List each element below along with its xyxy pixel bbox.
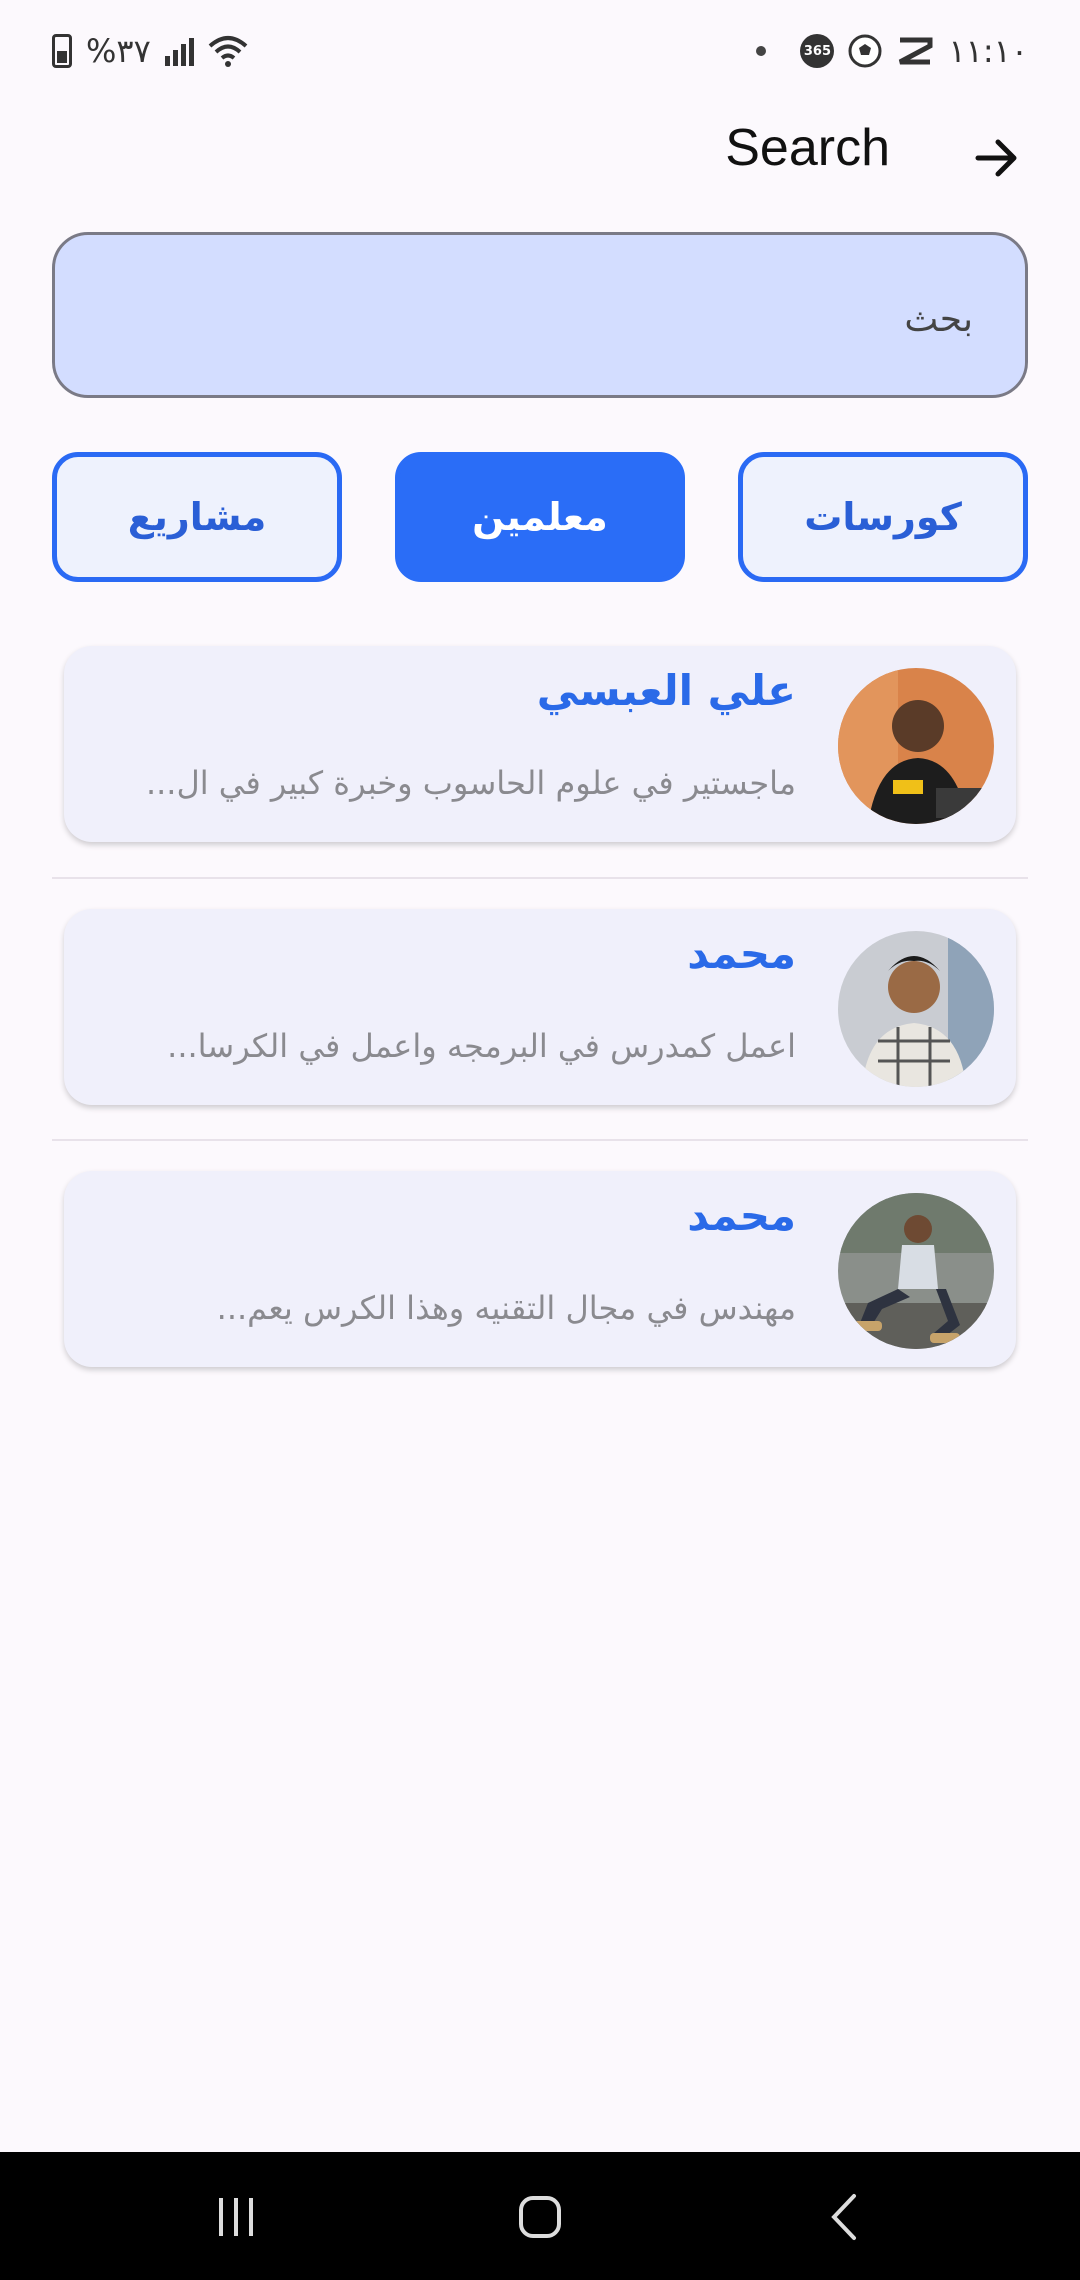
- tab-courses[interactable]: كورسات: [738, 452, 1028, 582]
- teacher-card[interactable]: محمد مهندس في مجال التقنيه وهذا الكرس يع…: [64, 1171, 1016, 1367]
- football-icon: [848, 34, 882, 68]
- chevron-left-icon: [831, 2194, 856, 2240]
- back-button[interactable]: [968, 128, 1028, 188]
- teacher-description: مهندس في مجال التقنيه وهذا الكرس يعم...: [216, 1289, 796, 1327]
- teacher-description: اعمل كمدرس في البرمجه واعمل في الكرسا...: [167, 1027, 796, 1065]
- signal-icon: [164, 36, 194, 66]
- battery-icon: [52, 34, 72, 68]
- tab-projects[interactable]: مشاريع: [52, 452, 342, 582]
- nav-back-button[interactable]: [804, 2182, 884, 2252]
- home-icon: [519, 2196, 561, 2238]
- battery-level: %٣٧: [86, 32, 151, 70]
- wifi-icon: [208, 34, 248, 68]
- home-button[interactable]: [500, 2182, 580, 2252]
- teacher-description: ماجستير في علوم الحاسوب وخبرة كبير في ال…: [145, 764, 796, 802]
- notification-dot-icon: [756, 46, 767, 56]
- status-left: %٣٧: [52, 26, 248, 76]
- teacher-name: محمد: [687, 1191, 796, 1240]
- divider: [52, 1139, 1028, 1141]
- header: Search: [0, 100, 1080, 220]
- avatar: [838, 668, 994, 824]
- teacher-card[interactable]: محمد اعمل كمدرس في البرمجه واعمل في الكر…: [64, 909, 1016, 1105]
- divider: [52, 877, 1028, 879]
- avatar: [838, 1193, 994, 1349]
- tab-teachers[interactable]: معلمين: [395, 452, 685, 582]
- teacher-card[interactable]: علي العبسي ماجستير في علوم الحاسوب وخبرة…: [64, 646, 1016, 842]
- status-right: 365 ١١:١٠: [756, 26, 1028, 76]
- page-title: Search: [725, 119, 890, 177]
- app-365-icon: 365: [800, 34, 835, 68]
- avatar: [838, 931, 994, 1087]
- search-box: [52, 232, 1028, 398]
- teacher-name: محمد: [687, 929, 796, 978]
- status-bar: %٣٧ 365 ١١:١٠: [0, 0, 1080, 100]
- teacher-name: علي العبسي: [536, 666, 796, 715]
- recents-button[interactable]: [196, 2182, 276, 2252]
- system-nav-bar: [0, 2152, 1080, 2280]
- search-input[interactable]: [85, 285, 975, 353]
- capcut-icon: [896, 36, 934, 66]
- arrow-right-icon: [975, 139, 1017, 177]
- clock: ١١:١٠: [948, 32, 1028, 70]
- recents-icon: [219, 2198, 253, 2236]
